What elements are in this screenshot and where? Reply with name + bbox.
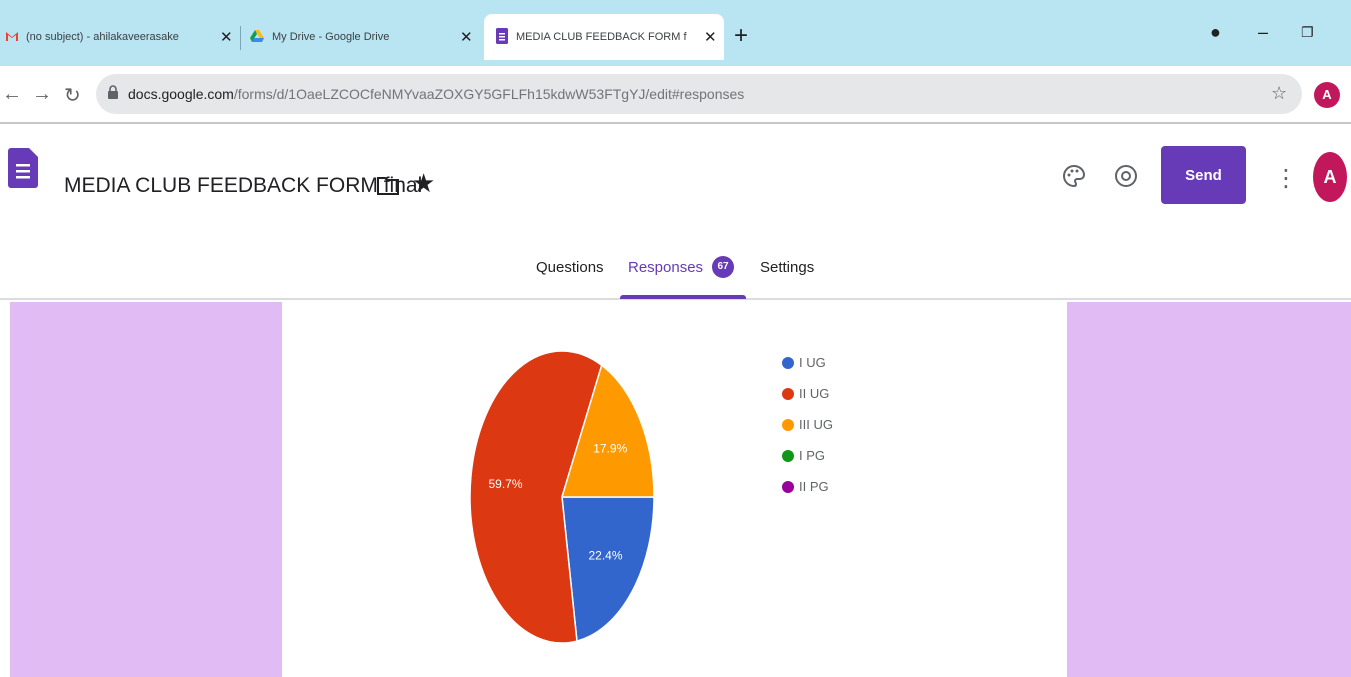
response-summary-card: 22.4% 59.7% 17.9% I UG II UG III UG I PG II PG bbox=[282, 302, 1067, 677]
tab-title: My Drive - Google Drive bbox=[272, 31, 390, 43]
pie-slice-label: 17.9% bbox=[593, 442, 627, 456]
profile-dot-icon[interactable]: ● bbox=[1210, 22, 1221, 43]
pie-slice-label: 22.4% bbox=[588, 549, 622, 563]
legend-item: III UG bbox=[782, 409, 833, 440]
legend-item: I UG bbox=[782, 347, 833, 378]
url-text: docs.google.com/forms/d/1OaeLZCOCfeNMYva… bbox=[128, 86, 744, 102]
legend-item: I PG bbox=[782, 440, 833, 471]
tab-title: (no subject) - ahilakaveerasake bbox=[26, 31, 179, 43]
lock-icon bbox=[108, 85, 118, 99]
legend-swatch bbox=[782, 449, 794, 462]
legend-swatch bbox=[782, 480, 794, 493]
chart-legend: I UG II UG III UG I PG II PG bbox=[782, 347, 833, 502]
profile-avatar[interactable]: A bbox=[1314, 82, 1340, 108]
legend-swatch bbox=[782, 387, 794, 400]
bookmark-star-icon[interactable]: ☆ bbox=[1271, 83, 1287, 104]
minimize-icon[interactable]: – bbox=[1258, 22, 1268, 43]
tab-title: MEDIA CLUB FEEDBACK FORM f bbox=[516, 31, 687, 43]
close-tab-icon[interactable]: ✕ bbox=[460, 28, 473, 46]
new-tab-button[interactable]: + bbox=[734, 22, 748, 50]
close-tab-icon[interactable]: ✕ bbox=[220, 28, 233, 46]
google-forms-logo-icon bbox=[8, 148, 38, 188]
palette-icon[interactable] bbox=[1062, 164, 1086, 188]
pie-chart: 22.4% 59.7% 17.9% bbox=[469, 350, 655, 644]
tab-questions[interactable]: Questions bbox=[536, 259, 604, 276]
legend-item: II PG bbox=[782, 471, 833, 502]
active-tab-indicator bbox=[620, 295, 746, 299]
drive-icon bbox=[250, 29, 264, 45]
account-avatar[interactable]: A bbox=[1313, 152, 1347, 202]
legend-label: I UG bbox=[799, 355, 826, 370]
legend-label: II PG bbox=[799, 479, 829, 494]
legend-swatch bbox=[782, 418, 794, 431]
address-bar[interactable]: docs.google.com/forms/d/1OaeLZCOCfeNMYva… bbox=[96, 74, 1302, 114]
browser-tab-drive[interactable]: My Drive - Google Drive ✕ bbox=[250, 14, 480, 60]
send-button[interactable]: Send bbox=[1161, 146, 1246, 204]
responses-page: 22.4% 59.7% 17.9% I UG II UG III UG I PG II PG bbox=[10, 302, 1351, 677]
legend-swatch bbox=[782, 356, 794, 369]
reload-icon[interactable]: ↻ bbox=[64, 83, 81, 108]
move-to-folder-icon[interactable] bbox=[377, 175, 399, 195]
forms-icon bbox=[496, 27, 508, 47]
responses-count-badge: 67 bbox=[712, 256, 734, 278]
legend-item: II UG bbox=[782, 378, 833, 409]
back-icon[interactable]: ← bbox=[2, 83, 22, 106]
tab-divider bbox=[240, 26, 241, 50]
browser-tab-forms[interactable]: MEDIA CLUB FEEDBACK FORM f ✕ bbox=[484, 14, 724, 60]
restore-icon[interactable]: ❐ bbox=[1301, 24, 1314, 41]
browser-toolbar: ← → ↻ docs.google.com/forms/d/1OaeLZCOCf… bbox=[0, 66, 1351, 124]
preview-eye-icon[interactable] bbox=[1114, 164, 1138, 188]
more-options-icon[interactable]: ⋮ bbox=[1274, 164, 1298, 193]
tab-settings[interactable]: Settings bbox=[760, 259, 814, 276]
forward-icon[interactable]: → bbox=[32, 83, 52, 106]
star-icon[interactable]: ★ bbox=[412, 168, 435, 199]
legend-label: III UG bbox=[799, 417, 833, 432]
pie-slice-label: 59.7% bbox=[489, 477, 523, 491]
close-tab-icon[interactable]: ✕ bbox=[704, 28, 717, 46]
browser-tab-strip: (no subject) - ahilakaveerasake ✕ My Dri… bbox=[0, 0, 1351, 66]
legend-label: II UG bbox=[799, 386, 830, 401]
form-title[interactable]: MEDIA CLUB FEEDBACK FORM final bbox=[64, 174, 422, 198]
pie-slice-i-ug[interactable] bbox=[561, 496, 655, 643]
url-path: /forms/d/1OaeLZCOCfeNMYvaaZOXGY5GFLFh15k… bbox=[233, 86, 745, 102]
gmail-icon bbox=[6, 31, 18, 44]
tab-responses[interactable]: Responses bbox=[628, 259, 703, 276]
url-domain: docs.google.com bbox=[128, 86, 234, 102]
browser-tab-gmail[interactable]: (no subject) - ahilakaveerasake ✕ bbox=[6, 14, 236, 60]
legend-label: I PG bbox=[799, 448, 826, 463]
forms-header: MEDIA CLUB FEEDBACK FORM final ★ Send ⋮ … bbox=[0, 126, 1351, 300]
